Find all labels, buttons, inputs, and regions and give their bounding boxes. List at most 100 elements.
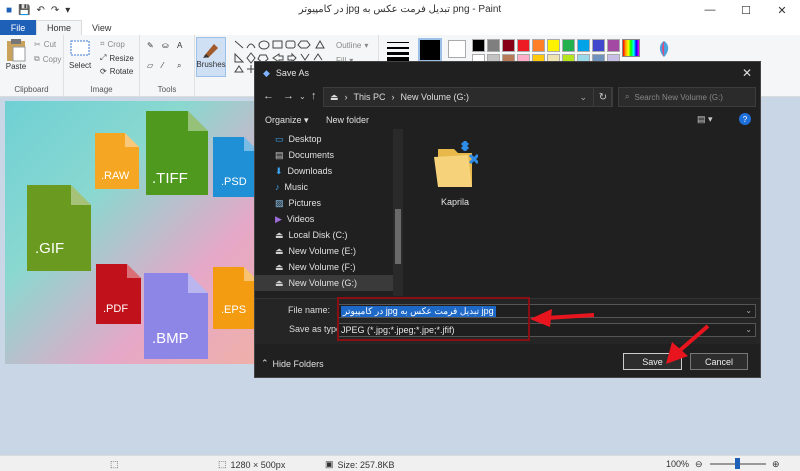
forward-arrow-icon[interactable]: → [283, 90, 294, 102]
palette-swatch[interactable] [607, 39, 620, 52]
tiff-file-icon: .TIFF [146, 111, 208, 195]
palette-swatch[interactable] [517, 39, 530, 52]
scrollbar-thumb[interactable] [395, 209, 401, 264]
paint3d-button[interactable] [656, 40, 672, 58]
size-button[interactable] [384, 39, 412, 61]
maximize-button[interactable]: ☐ [728, 0, 764, 20]
refresh-button[interactable]: ↻ [593, 87, 613, 107]
drive-icon: ⏏ [330, 91, 339, 102]
drive-icon: ⏏ [275, 277, 284, 288]
edit-colors-button[interactable] [622, 39, 640, 57]
paste-button[interactable]: Paste [5, 38, 27, 71]
drive-icon: ⏏ [275, 245, 284, 256]
organize-button[interactable]: Organize ▾ [265, 115, 309, 126]
refresh-icon: ↻ [598, 91, 608, 103]
text-tool-icon[interactable]: A [177, 41, 182, 50]
nav-item[interactable]: ⏏ New Volume (F:) [255, 259, 393, 275]
nav-item[interactable]: ⏏ New Volume (G:) [255, 275, 393, 291]
breadcrumb-this-pc[interactable]: This PC [354, 92, 386, 102]
palette-swatch[interactable] [532, 39, 545, 52]
brushes-label: Brushes [196, 60, 226, 69]
outline-dropdown[interactable]: Outline ▾ [336, 41, 368, 50]
chevron-down-icon[interactable]: ⌄ [745, 325, 752, 334]
brushes-button[interactable]: Brushes [196, 37, 226, 77]
rotate-button[interactable]: ⟳ Rotate [100, 67, 133, 76]
red-arrow-icon [530, 309, 595, 327]
nav-item[interactable]: ⬇ Downloads [255, 163, 393, 179]
nav-item-label: New Volume (E:) [288, 246, 357, 256]
navigation-scrollbar[interactable] [393, 129, 403, 296]
zoom-slider[interactable] [710, 458, 766, 469]
nav-item[interactable]: ⏏ Local Disk (C:) [255, 227, 393, 243]
color-picker-icon[interactable]: ⁄ [162, 61, 163, 70]
hide-folders-button[interactable]: ⌃ Hide Folders [261, 358, 324, 369]
zoom-out-button[interactable]: ⊖ [695, 459, 703, 470]
palette-swatch[interactable] [472, 39, 485, 52]
palette-swatch[interactable] [592, 39, 605, 52]
magnifier-icon[interactable]: ⌕ [177, 61, 181, 71]
eraser-icon[interactable]: ▱ [147, 61, 153, 70]
palette-swatch[interactable] [502, 39, 515, 52]
nav-item[interactable]: ▶ Videos [255, 211, 393, 227]
breadcrumb-location[interactable]: New Volume (G:) [401, 92, 470, 102]
new-folder-button[interactable]: New folder [326, 115, 369, 125]
chevron-down-icon[interactable]: ⌄ [745, 306, 752, 315]
address-dropdown-icon[interactable]: ⌄ [579, 92, 587, 103]
nav-item[interactable]: ♪ Music [255, 179, 393, 195]
palette-swatch[interactable] [487, 39, 500, 52]
close-button[interactable]: ✕ [764, 0, 800, 20]
color2-button[interactable] [448, 40, 466, 58]
outline-label: Outline [336, 41, 362, 50]
hide-folders-label: Hide Folders [272, 358, 324, 369]
help-icon[interactable]: ? [739, 113, 751, 125]
nav-item[interactable]: ▤ Documents [255, 147, 393, 163]
line-size-icon [387, 42, 409, 61]
pencil-icon[interactable]: ✎ [147, 41, 154, 50]
up-arrow-icon[interactable]: ↑ [311, 90, 317, 102]
nav-item[interactable]: ▭ Desktop [255, 131, 393, 147]
copy-button[interactable]: ⧉ Copy [34, 54, 61, 64]
palette-swatch[interactable] [562, 39, 575, 52]
cut-button[interactable]: ✂ Cut [34, 40, 56, 49]
zoom-in-button[interactable]: ⊕ [772, 459, 780, 470]
back-arrow-icon[interactable]: ← [263, 90, 274, 102]
nav-item[interactable]: ▨ Pictures [255, 195, 393, 211]
chevron-up-icon: ⌃ [261, 358, 269, 368]
drive-icon: ⏏ [275, 261, 284, 272]
tools-group-label: Tools [157, 85, 177, 94]
nav-item-label: Videos [286, 214, 315, 224]
nav-item[interactable]: ⏏ New Volume (E:) [255, 243, 393, 259]
image-canvas[interactable]: .RAW .TIFF .PSD .GIF .PDF .BMP .EPS [5, 101, 260, 364]
folder-item[interactable]: Kaprila [427, 141, 483, 207]
recent-locations-icon[interactable]: ⌄ [299, 92, 306, 101]
nav-item-label: New Volume (G:) [288, 278, 358, 288]
zoom-slider-thumb[interactable] [735, 458, 740, 469]
color1-button[interactable] [418, 38, 442, 62]
file-list: Kaprila [405, 129, 760, 296]
raw-file-label: .RAW [101, 170, 130, 182]
tab-home[interactable]: Home [36, 20, 83, 35]
palette-swatch[interactable] [547, 39, 560, 52]
videos-icon: ▶ [275, 213, 282, 224]
minimize-button[interactable]: — [692, 0, 728, 20]
nav-item-label: Downloads [287, 166, 333, 176]
palette-swatch[interactable] [577, 39, 590, 52]
view-options-icon[interactable]: ▤ ▾ [697, 114, 713, 125]
dialog-close-button[interactable]: ✕ [742, 66, 752, 80]
tab-view[interactable]: View [82, 20, 121, 35]
address-bar[interactable]: ⏏ › This PC › New Volume (G:) ⌄ [323, 87, 612, 107]
dialog-title-bar: ◆ Save As [255, 62, 760, 84]
tools-group: ✎ ⛀ A ▱ ⁄ ⌕ Tools [140, 35, 195, 97]
crop-button[interactable]: ⌗ Crop [100, 39, 125, 49]
tiff-file-label: .TIFF [152, 170, 188, 187]
search-placeholder: Search New Volume (G:) [634, 92, 723, 102]
pdf-file-icon: .PDF [96, 264, 141, 324]
fill-bucket-icon[interactable]: ⛀ [162, 41, 169, 50]
select-button[interactable]: Select [69, 39, 91, 70]
eps-file-icon: .EPS [213, 267, 258, 329]
folder-icon [434, 141, 480, 187]
bmp-file-icon: .BMP [144, 273, 208, 359]
search-input[interactable]: ⌕ Search New Volume (G:) [618, 87, 756, 107]
resize-button[interactable]: ⤢ Resize [100, 53, 134, 63]
tab-file[interactable]: File [0, 20, 36, 35]
